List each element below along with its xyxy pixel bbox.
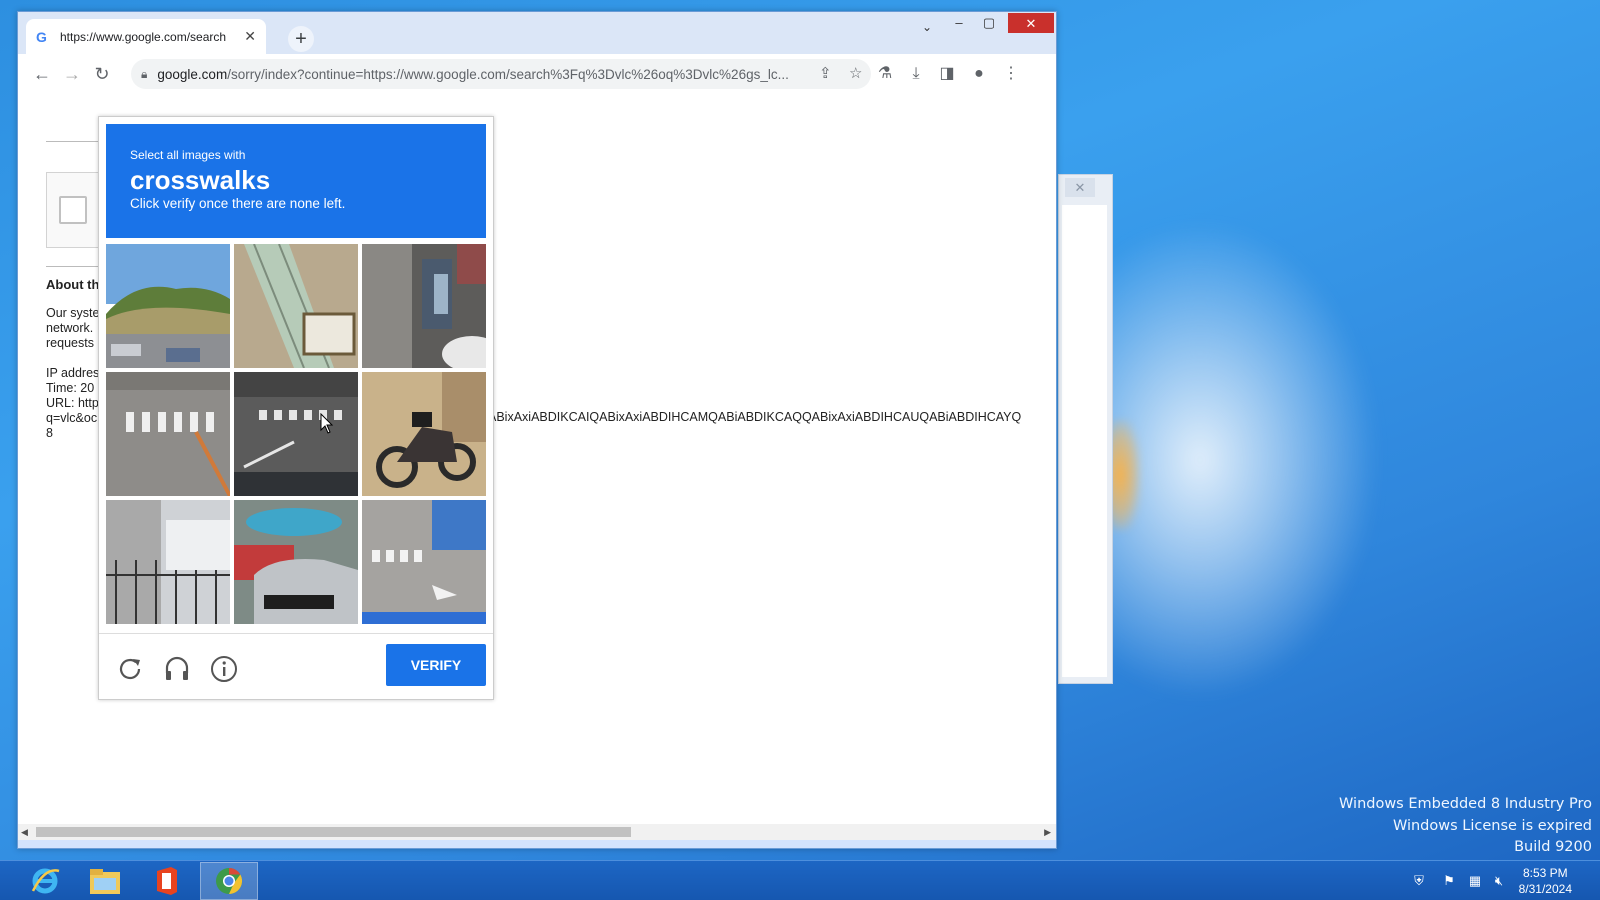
- tile-road-hillside[interactable]: [106, 244, 230, 368]
- horizontal-scrollbar[interactable]: ◀ ▶: [18, 824, 1056, 840]
- minimize-button[interactable]: –: [944, 12, 974, 34]
- tile-crosswalk-street[interactable]: [362, 500, 486, 624]
- browser-toolbar: ← → ↻ 🔒︎ google.com/sorry/index?continue…: [18, 54, 1056, 94]
- background-window-body: [1062, 205, 1107, 677]
- lock-icon: 🔒︎: [141, 66, 148, 81]
- info-line: q=vlc&oc: [46, 411, 98, 425]
- reload-challenge-icon[interactable]: [114, 653, 146, 685]
- clock-date: 8/31/2024: [1518, 882, 1572, 896]
- share-icon[interactable]: ⇪: [819, 59, 832, 89]
- page-content: About th Our syste network. requests IP …: [18, 94, 1056, 824]
- google-favicon-icon: G: [36, 28, 47, 45]
- bookmark-star-icon[interactable]: ☆: [849, 59, 862, 89]
- taskbar-clock[interactable]: 8:53 PM 8/31/2024: [1519, 865, 1572, 897]
- tab-strip: G https://www.google.com/search ✕ + ⌄ – …: [18, 12, 1056, 54]
- captcha-challenge: Select all images with crosswalks Click …: [98, 116, 494, 700]
- close-window-button[interactable]: ✕: [1008, 13, 1054, 33]
- watermark-line: Build 9200: [1514, 839, 1592, 855]
- tile-parked-cars[interactable]: [234, 500, 358, 624]
- recaptcha-widget: [46, 172, 106, 248]
- captcha-subinstruction: Click verify once there are none left.: [130, 196, 346, 211]
- network-security-icon[interactable]: ⛨: [1410, 873, 1428, 889]
- tab-search-chevron-icon[interactable]: ⌄: [916, 16, 938, 38]
- url-param-text: ABixAxiABDIKCAIQABixAxiABDIHCAMQABiABDIK…: [488, 410, 1022, 424]
- menu-kebab-icon[interactable]: ⋮: [996, 58, 1026, 90]
- profile-avatar-icon[interactable]: ●: [964, 58, 994, 90]
- tile-motorcycle[interactable]: [362, 372, 486, 496]
- body-line: Our syste: [46, 306, 100, 320]
- url-text[interactable]: google.com/sorry/index?continue=https://…: [157, 67, 817, 82]
- address-bar[interactable]: 🔒︎ google.com/sorry/index?continue=https…: [131, 59, 871, 89]
- divider: [46, 266, 106, 267]
- file-explorer-icon[interactable]: [76, 862, 134, 900]
- volume-muted-icon[interactable]: 🔇︎: [1490, 873, 1508, 889]
- captcha-footer: VERIFY: [99, 633, 493, 701]
- side-panel-icon[interactable]: ◨: [932, 58, 962, 90]
- watermark-line: Windows Embedded 8 Industry Pro: [1339, 796, 1592, 812]
- info-line: IP addres: [46, 366, 100, 380]
- captcha-target: crosswalks: [130, 165, 271, 195]
- recaptcha-checkbox[interactable]: [59, 196, 87, 224]
- info-line: Time: 20: [46, 381, 95, 395]
- scroll-right-arrow-icon[interactable]: ▶: [1044, 824, 1051, 840]
- tile-gate-building[interactable]: [106, 500, 230, 624]
- action-center-flag-icon[interactable]: ⚑: [1440, 873, 1458, 889]
- about-heading: About th: [46, 277, 100, 292]
- windows-watermark: Windows Embedded 8 Industry Pro Windows …: [1339, 794, 1592, 859]
- chrome-icon[interactable]: [200, 862, 258, 900]
- info-line: 8: [46, 426, 53, 440]
- body-line: network.: [46, 321, 94, 335]
- info-line: URL: http: [46, 396, 99, 410]
- network-icon[interactable]: ▦: [1466, 873, 1484, 889]
- captcha-instruction: Select all images with: [130, 148, 246, 162]
- audio-challenge-icon[interactable]: [161, 653, 193, 685]
- scroll-left-arrow-icon[interactable]: ◀: [21, 824, 28, 840]
- download-icon[interactable]: ⤓: [901, 58, 931, 90]
- browser-window: G https://www.google.com/search ✕ + ⌄ – …: [17, 11, 1057, 849]
- tile-stairs-railing[interactable]: [234, 244, 358, 368]
- url-host: google.com: [157, 66, 228, 82]
- browser-tab[interactable]: G https://www.google.com/search ✕: [26, 19, 266, 54]
- scrollbar-thumb[interactable]: [36, 827, 631, 837]
- info-icon[interactable]: [208, 653, 240, 685]
- tile-crosswalk-lane[interactable]: [106, 372, 230, 496]
- clock-time: 8:53 PM: [1522, 866, 1568, 880]
- url-path: /sorry/index?continue=https://www.google…: [227, 66, 789, 82]
- background-window[interactable]: ✕: [1058, 174, 1113, 684]
- back-arrow-icon[interactable]: ←: [26, 58, 58, 90]
- forward-arrow-icon[interactable]: →: [56, 58, 88, 90]
- tab-title: https://www.google.com/search: [60, 29, 227, 44]
- body-line: requests: [46, 336, 94, 350]
- captcha-image-grid: [106, 244, 486, 624]
- new-tab-button[interactable]: +: [288, 26, 314, 52]
- maximize-button[interactable]: ▢: [974, 12, 1004, 34]
- internet-explorer-icon[interactable]: [16, 862, 74, 900]
- taskbar: ⛨ ⚑ ▦ 🔇︎ 8:53 PM 8/31/2024: [0, 860, 1600, 900]
- tab-close-icon[interactable]: ✕: [244, 28, 256, 45]
- verify-button[interactable]: VERIFY: [386, 644, 486, 686]
- mouse-cursor-icon: [320, 413, 334, 434]
- divider: [46, 141, 106, 142]
- labs-flask-icon[interactable]: ⚗: [870, 58, 900, 90]
- office-icon[interactable]: [138, 862, 196, 900]
- reload-icon[interactable]: ↻: [86, 58, 118, 90]
- background-window-close-button[interactable]: ✕: [1065, 178, 1095, 197]
- tile-crosswalk-intersection[interactable]: [234, 372, 358, 496]
- captcha-header: Select all images with crosswalks Click …: [106, 124, 486, 238]
- watermark-line: Windows License is expired: [1392, 817, 1592, 834]
- tile-shop-entrance[interactable]: [362, 244, 486, 368]
